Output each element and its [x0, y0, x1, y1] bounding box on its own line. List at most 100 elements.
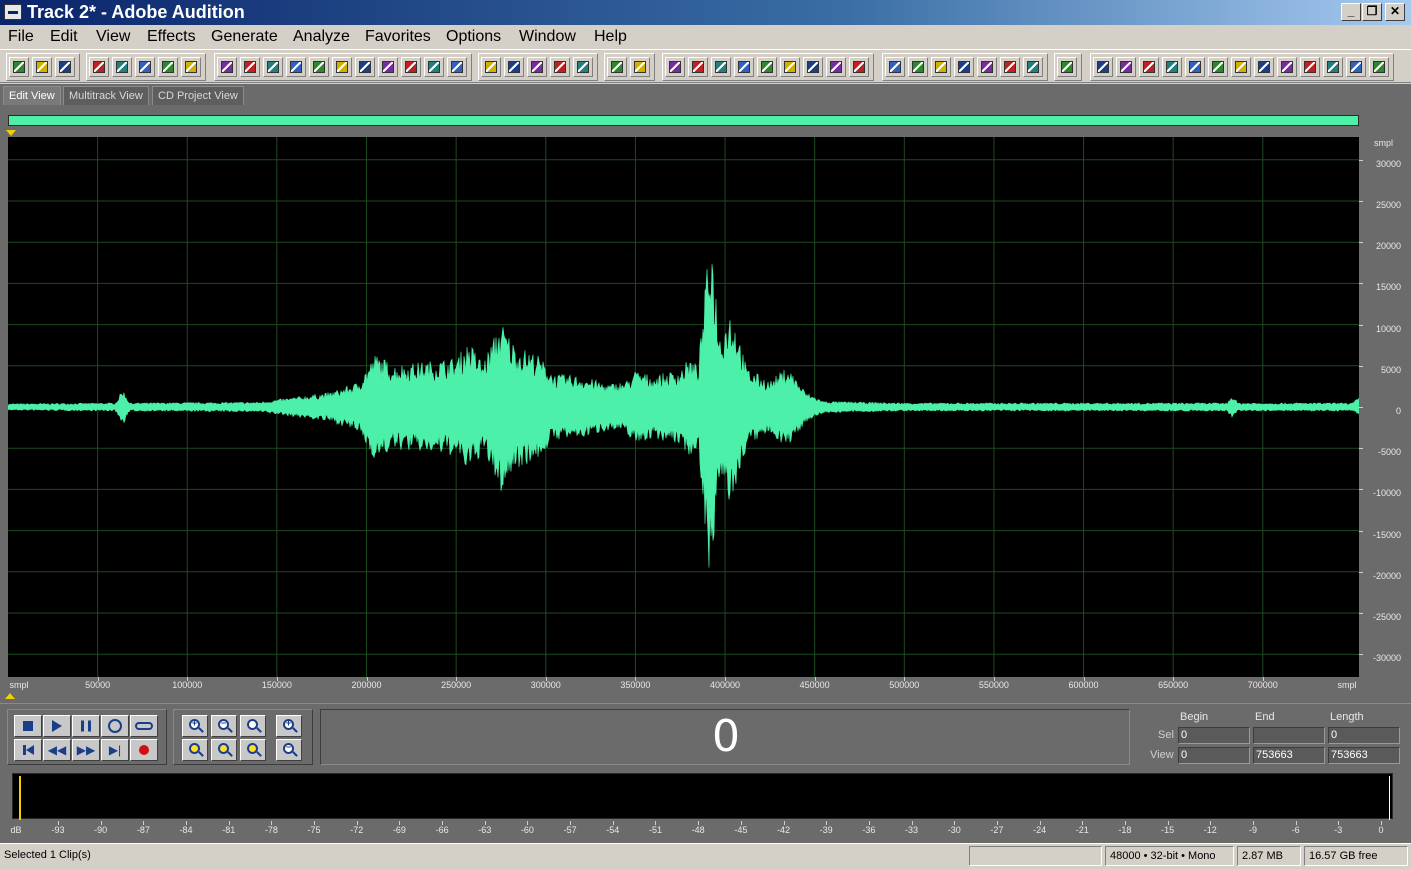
go-to-end-button[interactable]: ▶| [101, 739, 129, 761]
snap-button[interactable] [665, 57, 685, 77]
itu-p56-button[interactable] [1346, 57, 1366, 77]
waveform-button[interactable] [9, 57, 29, 77]
analysis-3-button[interactable] [1139, 57, 1159, 77]
analysis-7-button[interactable] [1231, 57, 1251, 77]
analysis-5-button[interactable] [1185, 57, 1205, 77]
loop-button[interactable] [130, 715, 158, 737]
time-format-button[interactable] [780, 57, 800, 77]
fast-forward-button[interactable]: ▶▶ [72, 739, 100, 761]
tab-edit-view[interactable]: Edit View [3, 86, 61, 105]
title-bar[interactable]: Track 2* - Adobe Audition _ ❐ ✕ [0, 0, 1411, 25]
redo-button[interactable] [240, 57, 260, 77]
reverse-button[interactable] [527, 57, 547, 77]
analysis-8-button[interactable] [1254, 57, 1274, 77]
import-button[interactable] [424, 57, 444, 77]
menu-help[interactable]: Help [594, 27, 627, 46]
menu-edit[interactable]: Edit [50, 27, 78, 46]
grid-button[interactable] [803, 57, 823, 77]
trim-button[interactable] [332, 57, 352, 77]
zoom-to-right-edge-button[interactable] [240, 739, 266, 761]
menu-file[interactable]: File [8, 27, 34, 46]
analysis-1-button[interactable] [1093, 57, 1113, 77]
copy-button[interactable] [286, 57, 306, 77]
menu-window[interactable]: Window [519, 27, 576, 46]
view-end-field[interactable]: 753663 [1253, 747, 1325, 764]
marquee-button[interactable] [607, 57, 627, 77]
sti-button[interactable] [1369, 57, 1389, 77]
play-list-button[interactable] [711, 57, 731, 77]
time-selection-button[interactable] [573, 57, 593, 77]
normalize-button[interactable] [481, 57, 501, 77]
silence-button[interactable] [550, 57, 570, 77]
amplify-button[interactable] [447, 57, 467, 77]
effect-1-button[interactable] [885, 57, 905, 77]
analysis-4-button[interactable] [1162, 57, 1182, 77]
save-all-button[interactable] [181, 57, 201, 77]
view-begin-field[interactable]: 0 [1178, 747, 1250, 764]
record-button[interactable] [130, 739, 158, 761]
analysis-10-button[interactable] [1300, 57, 1320, 77]
zoom-in-vertical-button[interactable]: + [276, 715, 302, 737]
waveform-display[interactable] [8, 137, 1359, 677]
frequency-button[interactable] [1057, 57, 1077, 77]
new-button[interactable] [89, 57, 109, 77]
sel-length-field[interactable]: 0 [1328, 727, 1400, 744]
time-ruler[interactable]: smpl smpl 50000 100000 150000 200000 250000 3… [8, 677, 1359, 694]
zoom-to-left-edge-button[interactable] [211, 739, 237, 761]
status-format[interactable]: 48000 • 32-bit • Mono [1105, 846, 1234, 866]
insert-multitrack-button[interactable] [401, 57, 421, 77]
spectral-button[interactable] [630, 57, 650, 77]
restore-button[interactable]: ❐ [1362, 3, 1382, 21]
playhead-marker[interactable] [5, 693, 15, 699]
menu-analyze[interactable]: Analyze [293, 27, 350, 46]
menu-options[interactable]: Options [446, 27, 501, 46]
close-button[interactable]: ✕ [1385, 3, 1405, 21]
go-to-start-button[interactable] [14, 739, 42, 761]
menu-effects[interactable]: Effects [147, 27, 196, 46]
audition-app-icon[interactable] [4, 4, 22, 20]
pause-button[interactable] [72, 715, 100, 737]
view-length-field[interactable]: 753663 [1328, 747, 1400, 764]
open-button[interactable] [112, 57, 132, 77]
cut-button[interactable] [263, 57, 283, 77]
menu-generate[interactable]: Generate [211, 27, 278, 46]
undo-button[interactable] [217, 57, 237, 77]
cd-button[interactable] [55, 57, 75, 77]
zoom-in-horizontal-button[interactable]: + [182, 715, 208, 737]
overview-start-marker[interactable] [6, 130, 16, 136]
time-display[interactable]: 0 [320, 709, 1130, 765]
save-button[interactable] [135, 57, 155, 77]
scrub-button[interactable] [734, 57, 754, 77]
mix-paste-button[interactable] [355, 57, 375, 77]
play-to-end-button[interactable] [101, 715, 129, 737]
rewind-button[interactable]: ◀◀ [43, 739, 71, 761]
zoom-out-vertical-button[interactable]: − [276, 739, 302, 761]
menu-favorites[interactable]: Favorites [365, 27, 431, 46]
zoom-out-full-button[interactable] [240, 715, 266, 737]
tab-multitrack-view[interactable]: Multitrack View [63, 86, 149, 105]
tab-cd-project-view[interactable]: CD Project View [152, 86, 244, 105]
paste-button[interactable] [309, 57, 329, 77]
minimize-button[interactable]: _ [1341, 3, 1361, 21]
analysis-9-button[interactable] [1277, 57, 1297, 77]
effect-7-button[interactable] [1023, 57, 1043, 77]
effect-2-button[interactable] [908, 57, 928, 77]
analysis-6-button[interactable] [1208, 57, 1228, 77]
effect-3-button[interactable] [931, 57, 951, 77]
cue-list-button[interactable] [688, 57, 708, 77]
effect-6-button[interactable] [1000, 57, 1020, 77]
menu-view[interactable]: View [96, 27, 130, 46]
sel-begin-field[interactable]: 0 [1178, 727, 1250, 744]
zoom-tool-button[interactable] [757, 57, 777, 77]
invert-button[interactable] [504, 57, 524, 77]
analysis-2-button[interactable] [1116, 57, 1136, 77]
analysis-11-button[interactable] [1323, 57, 1343, 77]
insert-button[interactable] [378, 57, 398, 77]
effect-5-button[interactable] [977, 57, 997, 77]
info-button[interactable] [849, 57, 869, 77]
play-button[interactable] [43, 715, 71, 737]
zoom-to-selection-button[interactable] [182, 739, 208, 761]
save-as-button[interactable] [158, 57, 178, 77]
multitrack-button[interactable] [32, 57, 52, 77]
waveform-canvas[interactable] [8, 137, 1359, 677]
